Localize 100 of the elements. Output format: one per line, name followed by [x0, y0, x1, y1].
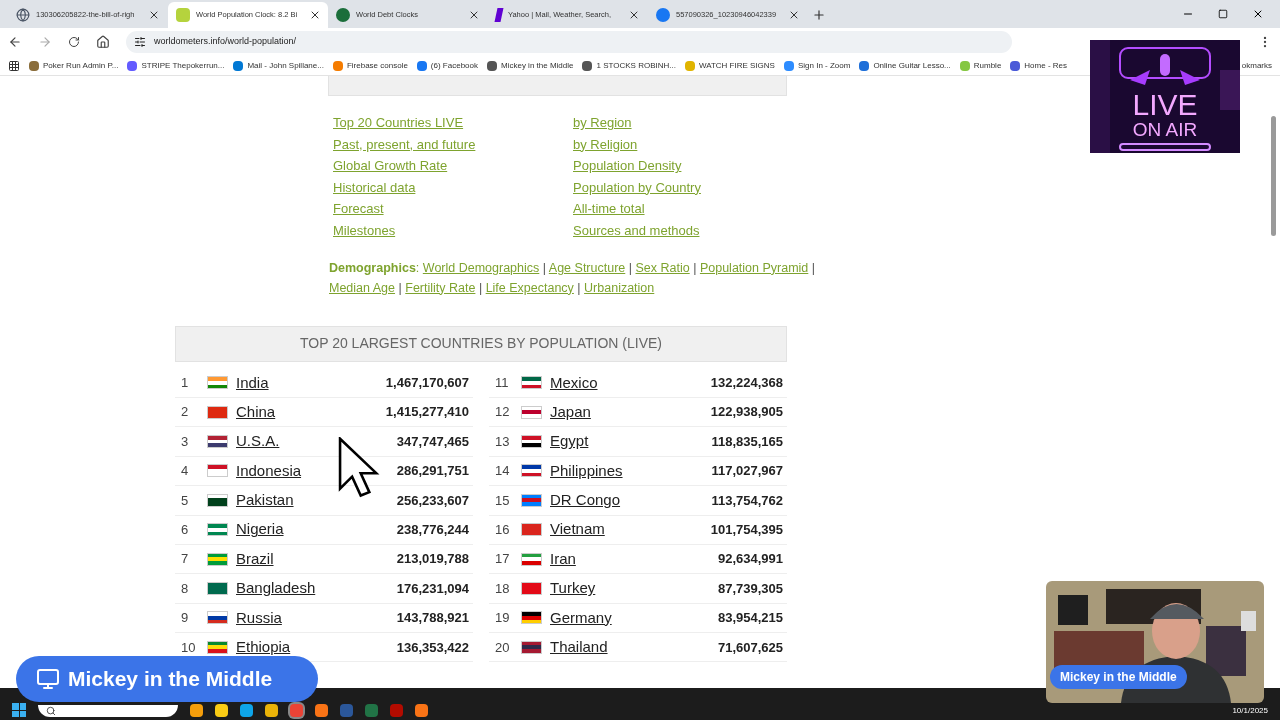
- taskbar-app-icon[interactable]: [190, 704, 203, 717]
- bookmark[interactable]: Sign In - Zoom: [783, 59, 851, 72]
- taskbar-search-field[interactable]: [38, 705, 178, 717]
- start-icon[interactable]: [12, 703, 26, 717]
- flag-icon: [207, 405, 228, 419]
- rank: 2: [180, 403, 190, 422]
- country-link[interactable]: Indonesia: [236, 459, 397, 483]
- bookmark[interactable]: 1 STOCKS ROBINH...: [582, 59, 676, 72]
- close-icon[interactable]: [148, 9, 160, 21]
- country-link[interactable]: Russia: [236, 606, 397, 630]
- live-text: LIVE: [1132, 90, 1198, 120]
- rank: 8: [180, 579, 190, 598]
- restore-icon[interactable]: [1218, 9, 1228, 19]
- rank: 12: [494, 403, 511, 422]
- country-link[interactable]: Philippines: [550, 459, 712, 483]
- bookmark[interactable]: STRIPE Thepokerrun...: [127, 59, 225, 72]
- taskbar-app-icon[interactable]: [265, 704, 278, 717]
- all-bookmarks[interactable]: okmarks: [1241, 59, 1272, 72]
- country-link[interactable]: Nigeria: [236, 518, 397, 541]
- address-field[interactable]: worldometers.info/world-population/: [126, 31, 1012, 53]
- rank: 17: [494, 550, 511, 569]
- country-link[interactable]: Pakistan: [236, 489, 397, 512]
- apps-icon[interactable]: [8, 59, 20, 72]
- flag-icon: [207, 376, 228, 390]
- taskbar-app-icon[interactable]: [215, 704, 228, 717]
- flag-icon: [521, 611, 542, 625]
- site-settings-icon[interactable]: [134, 36, 146, 48]
- rank: 6: [180, 520, 190, 539]
- back-icon[interactable]: [8, 35, 22, 49]
- country-link[interactable]: Bangladesh: [236, 577, 397, 600]
- population: 71,607,625: [717, 638, 784, 657]
- flag-icon: [207, 582, 228, 595]
- site-icon: [176, 8, 190, 22]
- population: 101,754,395: [710, 520, 784, 539]
- close-icon[interactable]: [468, 9, 480, 21]
- bookmark[interactable]: (6) Facebook: [416, 59, 478, 72]
- rank: 11: [494, 374, 510, 392]
- demographics-links: Demographics: World Demographics | Age Structure | Sex Ratio | Population Pyramid | Median Age | Fertility Rate | Life Expectancy | Urbanization: [329, 259, 817, 297]
- flag-icon: [207, 611, 228, 625]
- taskbar-app-icon[interactable]: [240, 704, 253, 717]
- flag-icon: [207, 464, 228, 478]
- population: 87,739,305: [717, 579, 784, 598]
- bookmark[interactable]: Online Guitar Lesso...: [859, 59, 951, 72]
- population: 83,954,215: [717, 609, 784, 628]
- country-link[interactable]: Iran: [550, 547, 718, 571]
- flag-icon: [521, 493, 542, 507]
- flag-icon: [521, 435, 542, 449]
- population: 117,027,967: [711, 462, 784, 481]
- population: 143,788,921: [396, 609, 470, 628]
- close-icon[interactable]: [1252, 8, 1264, 20]
- bookmark[interactable]: Mail - John Spillane...: [233, 59, 324, 72]
- country-link[interactable]: U.S.A.: [236, 430, 397, 453]
- table-header: TOP 20 LARGEST COUNTRIES BY POPULATION (LIVE): [175, 325, 787, 362]
- population: 118,835,165: [711, 432, 784, 451]
- monitor-icon: [36, 667, 60, 691]
- country-link[interactable]: Turkey: [550, 577, 718, 600]
- rank: 9: [180, 609, 190, 628]
- rank: 5: [180, 491, 190, 510]
- country-link[interactable]: Germany: [550, 606, 718, 630]
- rank: 16: [494, 520, 511, 539]
- population: 122,938,905: [710, 403, 784, 422]
- bookmark[interactable]: Mickey in the Middle: [487, 59, 574, 72]
- rank: 3: [180, 432, 190, 451]
- flag-icon: [521, 464, 542, 478]
- population: 176,231,094: [396, 579, 470, 598]
- taskbar-app-icon[interactable]: [415, 704, 428, 717]
- country-link[interactable]: Ethiopia: [236, 636, 397, 659]
- new-tab-icon[interactable]: [812, 8, 826, 22]
- country-link[interactable]: China: [236, 400, 386, 424]
- population: 347,747,465: [396, 432, 470, 451]
- home-icon[interactable]: [96, 35, 110, 49]
- on-air-text: ON AIR: [1132, 120, 1198, 139]
- site-icon: [336, 8, 350, 22]
- flag-icon: [207, 435, 228, 449]
- population: 132,224,368: [710, 374, 784, 392]
- country-link[interactable]: Thailand: [550, 636, 718, 659]
- country-link[interactable]: India: [236, 371, 386, 394]
- globe-icon: [16, 8, 30, 22]
- country-link[interactable]: Vietnam: [550, 518, 711, 541]
- population: 238,776,244: [396, 520, 470, 539]
- bookmark[interactable]: Firebase console: [332, 59, 408, 72]
- flag-icon: [521, 640, 542, 654]
- bookmark[interactable]: Home - Res: [1010, 59, 1068, 72]
- reload-icon[interactable]: [68, 36, 80, 48]
- bookmark[interactable]: WATCH FIRE SIGNS: [684, 59, 775, 72]
- country-link[interactable]: Egypt: [550, 430, 712, 453]
- taskbar-app-icon[interactable]: [315, 704, 328, 717]
- bookmark[interactable]: Poker Run Admin P...: [29, 59, 119, 72]
- stream-title: Mickey in the Middle: [68, 666, 273, 693]
- country-link[interactable]: DR Congo: [550, 489, 712, 512]
- facebook-icon: [656, 8, 670, 22]
- population: 256,233,607: [396, 491, 470, 510]
- bookmark[interactable]: Rumble: [959, 59, 1002, 72]
- rank: 15: [494, 491, 511, 510]
- close-icon[interactable]: [628, 9, 640, 21]
- country-link[interactable]: Mexico: [550, 371, 711, 394]
- population: 213,019,788: [396, 550, 470, 569]
- country-link[interactable]: Japan: [550, 400, 711, 424]
- country-link[interactable]: Brazil: [236, 547, 397, 571]
- site-icon: [494, 8, 504, 22]
